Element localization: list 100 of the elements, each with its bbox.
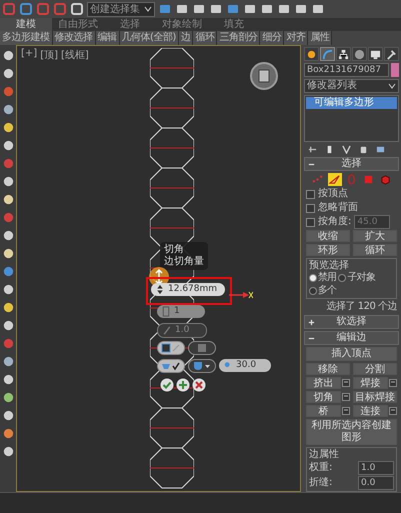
- ribbon-tab[interactable]: 对象绘制: [156, 18, 208, 31]
- segments-field[interactable]: 1: [157, 305, 205, 318]
- panel-button[interactable]: 循环: [353, 244, 397, 256]
- viewport[interactable]: [+] [顶] [线框] 切角 边切角量 12.678mm 1 1.0 30.0: [16, 45, 301, 492]
- ribbon-panel[interactable]: 循环: [193, 31, 218, 45]
- toggle-button[interactable]: [157, 341, 185, 355]
- ribbon-panel[interactable]: 多边形建模: [0, 31, 52, 45]
- ok-button[interactable]: [160, 378, 174, 392]
- ribbon-panel[interactable]: 编辑: [96, 31, 120, 45]
- settings-icon[interactable]: [342, 407, 350, 415]
- viewport-label[interactable]: [线框]: [61, 48, 89, 62]
- stack-item[interactable]: 可编辑多边形: [306, 97, 397, 109]
- disc-icon[interactable]: [352, 47, 367, 61]
- configure-icon[interactable]: [376, 145, 385, 154]
- sun-icon[interactable]: [304, 47, 319, 61]
- radio-button[interactable]: [309, 287, 317, 295]
- object-color-swatch[interactable]: [391, 63, 399, 77]
- group-title: 边属性: [309, 449, 340, 460]
- shield-icon: [192, 361, 212, 371]
- panel-button[interactable]: 环形: [306, 244, 350, 256]
- ribbon-panel[interactable]: 对齐: [284, 31, 308, 45]
- panel-button[interactable]: 分割: [353, 363, 397, 375]
- checkbox[interactable]: [306, 204, 315, 212]
- settings-icon[interactable]: [342, 379, 350, 387]
- element-icon[interactable]: [378, 173, 392, 186]
- viewport-label[interactable]: [+]: [21, 48, 38, 62]
- cancel-button[interactable]: [192, 378, 206, 392]
- field-label: 权重:: [309, 462, 332, 474]
- selection-status: 选择了 120 个边: [326, 301, 397, 313]
- checkbox[interactable]: [306, 218, 315, 226]
- edge-icon[interactable]: [328, 173, 342, 186]
- panel-button[interactable]: 焊接: [353, 377, 388, 389]
- toggle-button[interactable]: [188, 341, 216, 355]
- spinner-field[interactable]: 1.0: [358, 461, 394, 475]
- settings-icon[interactable]: [389, 407, 397, 415]
- toggle-button[interactable]: [157, 359, 185, 373]
- rollout-header[interactable]: 选择: [304, 157, 399, 171]
- hierarchy-icon[interactable]: [336, 47, 351, 61]
- ribbon-tab[interactable]: 填充: [208, 18, 260, 31]
- checkbox-label: 按角度:: [318, 216, 352, 228]
- apply-button[interactable]: [176, 378, 190, 392]
- panel-button[interactable]: 插入顶点: [306, 347, 397, 361]
- caret-icon: [388, 82, 396, 90]
- viewport-label[interactable]: [顶]: [40, 48, 58, 62]
- ribbon-panel[interactable]: 细分: [260, 31, 284, 45]
- settings-icon[interactable]: [389, 379, 397, 387]
- tooltip-text: 切角: [164, 244, 185, 256]
- panel-button[interactable]: 桥: [306, 405, 341, 417]
- checkbox[interactable]: [306, 190, 315, 198]
- panel-button[interactable]: 扩大: [353, 230, 397, 242]
- slash-icon: [163, 325, 171, 336]
- checkbox-label: 按顶点: [318, 188, 348, 200]
- expand-icon[interactable]: [308, 318, 315, 326]
- spinner-field[interactable]: 0.0: [358, 476, 394, 490]
- ribbon-panel[interactable]: 几何体(全部): [120, 31, 179, 45]
- ribbon-panel[interactable]: 修改选择: [52, 31, 96, 45]
- octagon-outline: [150, 168, 194, 208]
- pin-icon[interactable]: [308, 145, 317, 154]
- shape-dropdown[interactable]: [188, 359, 216, 373]
- panel-button[interactable]: 移除: [306, 363, 350, 375]
- panel-button[interactable]: 利用所选内容创建图形: [306, 419, 397, 445]
- rollout-title: 编辑边: [336, 332, 366, 344]
- settings-icon[interactable]: [342, 393, 350, 401]
- panel-button[interactable]: 收缩: [306, 230, 350, 242]
- angle-field[interactable]: 30.0: [219, 359, 271, 372]
- ribbon-panel[interactable]: 边: [178, 31, 194, 45]
- group-title: 预览选择: [309, 260, 350, 271]
- radio-label: 禁用: [318, 272, 336, 284]
- field-label: 折缝:: [309, 477, 332, 489]
- ribbon-tab[interactable]: 建模: [0, 18, 52, 31]
- selection-set-dropdown[interactable]: 创建选择集: [87, 2, 155, 16]
- chamfer-amount-field[interactable]: 12.678mm: [151, 283, 225, 296]
- panel-button[interactable]: 目标焊接: [353, 391, 397, 403]
- ribbon-panel[interactable]: 属性: [308, 31, 332, 45]
- modifier-list-dropdown[interactable]: 修改器列表: [304, 79, 399, 93]
- trash-icon[interactable]: [359, 145, 368, 154]
- angle-spinner[interactable]: 45.0: [354, 215, 390, 229]
- radio-button[interactable]: [338, 274, 346, 282]
- hammer-icon[interactable]: [384, 47, 399, 61]
- rollout-header[interactable]: 软选择: [304, 315, 399, 329]
- octagon-outline: [150, 408, 194, 448]
- panel-button[interactable]: 挤出: [306, 377, 341, 389]
- ribbon-panel[interactable]: 三角剖分: [217, 31, 260, 45]
- object-name-field[interactable]: Box2131679087: [304, 63, 389, 77]
- bar-icon[interactable]: [325, 145, 334, 154]
- rollout-title: 软选择: [336, 316, 366, 328]
- ribbon-tab[interactable]: 自由形式: [52, 18, 104, 31]
- octagon-outline: [150, 48, 194, 88]
- square-icon: [161, 343, 181, 353]
- radio-label: 多个: [318, 285, 336, 297]
- fork-icon[interactable]: [342, 145, 351, 154]
- panel-button[interactable]: 连接: [353, 405, 388, 417]
- octagon-outline: [150, 448, 194, 488]
- radio-button[interactable]: [309, 274, 317, 282]
- monitor-icon[interactable]: [368, 47, 383, 61]
- panel-button[interactable]: 切角: [306, 391, 341, 403]
- spinner-arrows-icon: [156, 284, 164, 295]
- viewcube-icon[interactable]: [249, 61, 279, 91]
- rollout-header[interactable]: 编辑边: [304, 331, 399, 345]
- ribbon-tab[interactable]: 选择: [104, 18, 156, 31]
